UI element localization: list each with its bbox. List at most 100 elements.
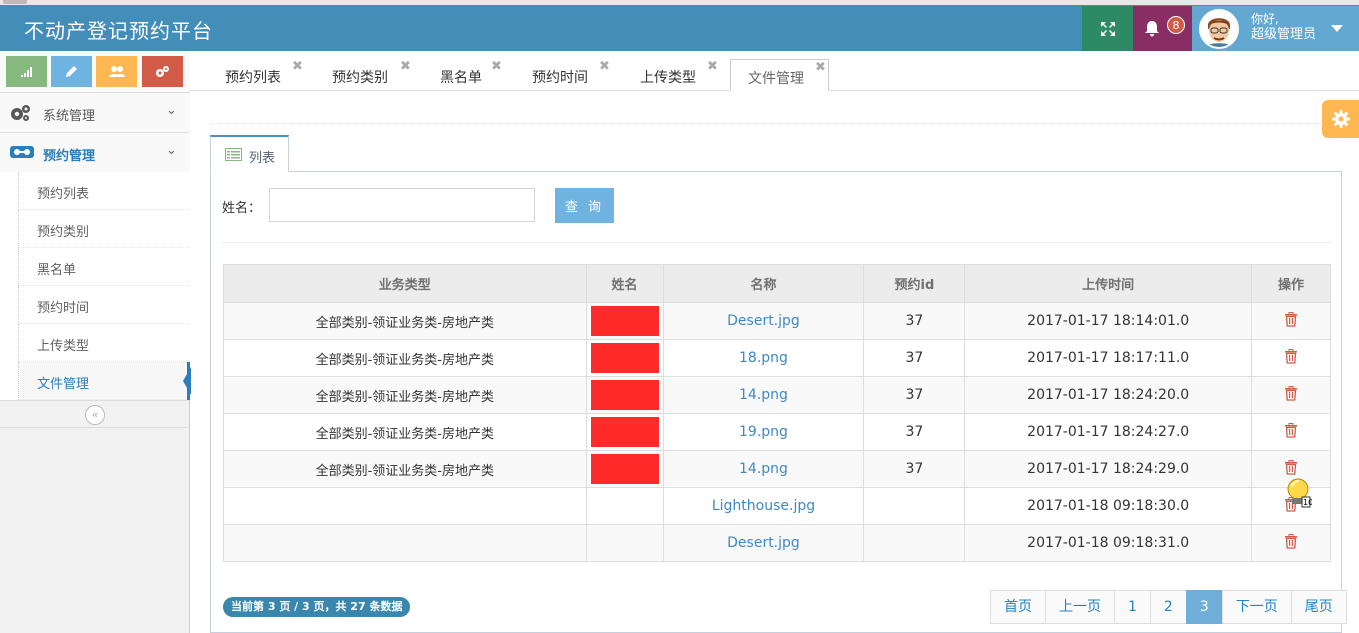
close-icon[interactable]: ✖ bbox=[815, 60, 826, 75]
delete-action-cell[interactable] bbox=[1251, 376, 1331, 414]
pager-page-2[interactable]: 2 bbox=[1149, 590, 1187, 624]
sidebar-item-appointment-category[interactable]: 预约类别 bbox=[18, 210, 190, 248]
file-link[interactable]: Desert.jpg bbox=[662, 302, 865, 340]
trash-icon[interactable] bbox=[1284, 533, 1298, 549]
shortcut-button-pencil[interactable] bbox=[51, 56, 92, 87]
name-cell bbox=[585, 450, 664, 488]
appointment-id-cell: 37 bbox=[863, 302, 966, 340]
pagination: 首页 上一页 1 2 3 下一页 尾页 bbox=[990, 590, 1347, 624]
close-icon[interactable]: ✖ bbox=[400, 59, 411, 74]
fullscreen-button[interactable] bbox=[1082, 6, 1133, 51]
search-button[interactable]: 查 询 bbox=[555, 188, 614, 223]
tab-label: 预约列表 bbox=[225, 70, 281, 86]
trash-icon[interactable] bbox=[1284, 385, 1298, 401]
sidebar-collapse: « bbox=[0, 400, 190, 428]
column-header[interactable]: 姓名 bbox=[585, 264, 664, 303]
shortcut-button-group[interactable] bbox=[96, 56, 137, 87]
sidebar-item-label: 预约类别 bbox=[37, 225, 90, 240]
tab-appointment-category[interactable]: 预约类别 ✖ bbox=[318, 59, 418, 91]
delete-action-cell[interactable] bbox=[1251, 339, 1331, 377]
active-indicator bbox=[183, 367, 191, 395]
file-link[interactable]: 18.png bbox=[662, 339, 865, 377]
tab-list[interactable]: 列表 bbox=[210, 135, 289, 172]
redacted-name bbox=[590, 343, 659, 373]
group-icon bbox=[108, 66, 125, 77]
file-link[interactable]: Desert.jpg bbox=[662, 524, 865, 562]
upload-time-cell: 2017-01-17 18:24:27.0 bbox=[964, 413, 1253, 451]
pager-last[interactable]: 尾页 bbox=[1290, 590, 1347, 624]
sidebar-item-file-management[interactable]: 文件管理 bbox=[18, 362, 191, 400]
sidebar-item-upload-type[interactable]: 上传类型 bbox=[18, 324, 190, 362]
file-link[interactable]: 14.png bbox=[662, 450, 865, 488]
tab-appointment-time[interactable]: 预约时间 ✖ bbox=[518, 59, 618, 91]
pager-prev[interactable]: 上一页 bbox=[1045, 590, 1115, 624]
pager-first[interactable]: 首页 bbox=[990, 590, 1046, 624]
table-row: Desert.jpg 2017-01-18 09:18:31.0 bbox=[223, 524, 1331, 562]
file-link[interactable]: 14.png bbox=[662, 376, 865, 414]
sidebar-item-blacklist[interactable]: 黑名单 bbox=[18, 248, 190, 286]
settings-button[interactable] bbox=[1322, 100, 1359, 138]
name-cell bbox=[585, 413, 664, 451]
appointment-id-cell: 37 bbox=[863, 450, 966, 488]
submenu: 预约列表 预约类别 黑名单 预约时间 上传类型 文件管理 bbox=[0, 172, 191, 400]
trash-icon[interactable] bbox=[1284, 348, 1298, 364]
appointment-id-cell bbox=[863, 524, 966, 562]
delete-action-cell[interactable] bbox=[1251, 413, 1331, 451]
menu-label: 预约管理 bbox=[43, 149, 96, 164]
trash-icon[interactable] bbox=[1284, 459, 1298, 475]
sidebar-item-appointment-time[interactable]: 预约时间 bbox=[18, 286, 190, 324]
svg-text:10: 10 bbox=[1303, 498, 1312, 507]
delete-action-cell[interactable] bbox=[1251, 524, 1331, 562]
file-link[interactable]: Lighthouse.jpg bbox=[662, 487, 865, 525]
list-icon bbox=[10, 146, 34, 158]
menu-appointment-management[interactable]: 预约管理 ⌄ bbox=[0, 133, 190, 173]
pager-page-3-current[interactable]: 3 bbox=[1185, 590, 1223, 624]
table-row: 全部类别-领证业务类-房地产类 19.png 37 2017-01-17 18:24:… bbox=[223, 413, 1331, 451]
appointment-id-cell: 37 bbox=[863, 339, 966, 377]
business-type-cell: 全部类别-领证业务类-房地产类 bbox=[223, 302, 587, 340]
close-icon[interactable]: ✖ bbox=[491, 59, 502, 74]
tab-label: 黑名单 bbox=[440, 70, 482, 86]
caret-down-icon bbox=[1331, 25, 1343, 32]
column-header[interactable]: 业务类型 bbox=[223, 264, 587, 303]
delete-action-cell[interactable] bbox=[1251, 302, 1331, 340]
close-icon[interactable]: ✖ bbox=[707, 59, 718, 74]
page-info-badge: 当前第 3 页 / 3 页，共 27 条数据 bbox=[223, 597, 411, 617]
business-type-cell: 全部类别-领证业务类-房地产类 bbox=[223, 339, 587, 377]
gear-icon bbox=[1331, 110, 1350, 128]
upload-time-cell: 2017-01-18 09:18:31.0 bbox=[964, 524, 1253, 562]
business-type-cell bbox=[223, 487, 587, 525]
column-header[interactable]: 预约id bbox=[863, 264, 966, 303]
redacted-name bbox=[590, 454, 659, 484]
user-greeting: 你好, bbox=[1251, 12, 1279, 26]
tab-file-management[interactable]: 文件管理 ✖ bbox=[730, 59, 829, 91]
column-header[interactable]: 名称 bbox=[662, 264, 865, 303]
menu-label: 系统管理 bbox=[43, 109, 96, 124]
trash-icon[interactable] bbox=[1284, 311, 1298, 327]
double-left-icon[interactable]: « bbox=[85, 405, 105, 425]
sidebar-shortcuts bbox=[0, 51, 190, 93]
tab-upload-type[interactable]: 上传类型 ✖ bbox=[626, 59, 726, 91]
user-menu[interactable]: 你好, 超级管理员 bbox=[1192, 6, 1359, 51]
pencil-icon bbox=[66, 66, 77, 77]
tab-appointment-list[interactable]: 预约列表 ✖ bbox=[210, 59, 310, 91]
sidebar-item-label: 预约列表 bbox=[37, 187, 90, 202]
pager-page-1[interactable]: 1 bbox=[1114, 590, 1151, 624]
pager-next[interactable]: 下一页 bbox=[1221, 590, 1292, 624]
trash-icon[interactable] bbox=[1284, 422, 1298, 438]
tab-blacklist[interactable]: 黑名单 ✖ bbox=[426, 59, 516, 91]
close-icon[interactable]: ✖ bbox=[292, 59, 303, 74]
menu-system-management[interactable]: 系统管理 ⌄ bbox=[0, 93, 190, 133]
column-header[interactable]: 上传时间 bbox=[964, 264, 1253, 303]
shortcut-button-cogs[interactable] bbox=[142, 56, 183, 87]
shortcut-button-signal[interactable] bbox=[6, 56, 47, 87]
sidebar-item-appointment-list[interactable]: 预约列表 bbox=[18, 172, 190, 210]
app-title: 不动产登记预约平台 bbox=[24, 19, 213, 43]
name-search-input[interactable] bbox=[269, 188, 535, 222]
close-icon[interactable]: ✖ bbox=[599, 59, 610, 74]
name-cell bbox=[585, 487, 664, 525]
list-alt-icon bbox=[225, 148, 242, 161]
file-link[interactable]: 19.png bbox=[662, 413, 865, 451]
notifications-button[interactable]: 8 bbox=[1133, 6, 1192, 51]
sidebar-item-label: 文件管理 bbox=[37, 377, 90, 392]
